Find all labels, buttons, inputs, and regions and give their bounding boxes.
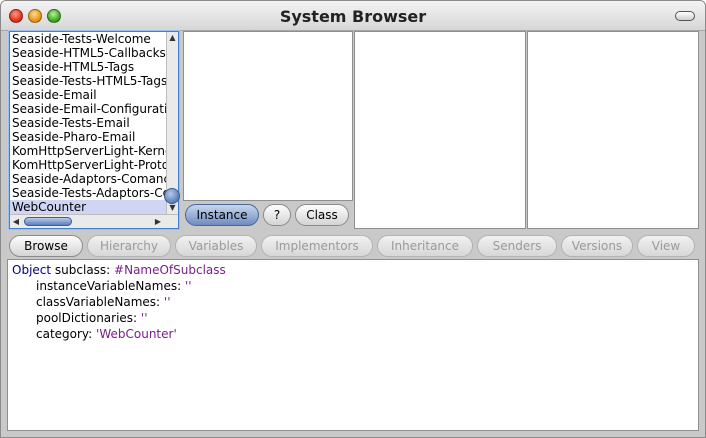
- cvars-value: '': [163, 295, 171, 309]
- subclass-symbol: #NameOfSubclass: [114, 263, 226, 277]
- package-list-item[interactable]: Seaside-HTML5-Tags: [10, 60, 166, 74]
- package-list-item[interactable]: Seaside-Adaptors-Comanche: [10, 172, 166, 186]
- class-instance-switch: Instance ? Class: [183, 201, 353, 229]
- ivars-keyword: instanceVariableNames:: [36, 279, 185, 293]
- toolbar-toggle-button[interactable]: [675, 11, 695, 21]
- package-list-items: Seaside-Tests-Welcome Seaside-HTML5-Callb…: [10, 32, 166, 214]
- protocol-list[interactable]: [354, 31, 526, 229]
- package-list-item[interactable]: Seaside-HTML5-Callbacks: [10, 46, 166, 60]
- scroll-down-arrow-icon[interactable]: ▼: [167, 202, 178, 214]
- package-list-item[interactable]: Seaside-Email: [10, 88, 166, 102]
- package-list-item[interactable]: Seaside-Tests-Email: [10, 116, 166, 130]
- versions-button[interactable]: Versions: [561, 235, 633, 257]
- superclass-name: Object: [12, 263, 52, 277]
- class-list[interactable]: [183, 31, 353, 201]
- code-line-ivars: instanceVariableNames: '': [36, 278, 192, 294]
- category-value: 'WebCounter': [96, 327, 177, 341]
- implementors-button[interactable]: Implementors: [261, 235, 373, 257]
- package-list-item[interactable]: Seaside-Tests-Adaptors-Comanche: [10, 186, 166, 200]
- inheritance-button[interactable]: Inheritance: [377, 235, 473, 257]
- package-list-item[interactable]: KomHttpServerLight-Kernel: [10, 144, 166, 158]
- senders-button[interactable]: Senders: [477, 235, 557, 257]
- package-list[interactable]: Seaside-Tests-Welcome Seaside-HTML5-Callb…: [9, 31, 180, 229]
- view-button[interactable]: View: [637, 235, 695, 257]
- system-browser-window: System Browser Seaside-Tests-Welcome Seas…: [0, 0, 706, 438]
- variables-button[interactable]: Variables: [175, 235, 257, 257]
- help-button[interactable]: ?: [263, 204, 291, 226]
- package-list-item[interactable]: Seaside-Tests-Welcome: [10, 32, 166, 46]
- code-line-cvars: classVariableNames: '': [36, 294, 171, 310]
- package-list-item[interactable]: Seaside-Email-Configuration: [10, 102, 166, 116]
- code-editor[interactable]: Object subclass: #NameOfSubclass instanc…: [7, 259, 699, 431]
- pools-value: '': [140, 311, 148, 325]
- scroll-left-arrow-icon[interactable]: ◀: [10, 215, 22, 228]
- ivars-value: '': [184, 279, 192, 293]
- pools-keyword: poolDictionaries:: [36, 311, 141, 325]
- package-list-item[interactable]: KomHttpServerLight-Protocol: [10, 158, 166, 172]
- package-list-horizontal-scrollbar[interactable]: ◀ ▶: [10, 214, 178, 228]
- category-keyword: category:: [36, 327, 97, 341]
- package-list-vertical-scrollbar[interactable]: ▲ ▼: [164, 32, 180, 214]
- browser-toolbar: Browse Hierarchy Variables Implementors …: [1, 233, 705, 259]
- package-list-item[interactable]: Seaside-Tests-HTML5-Tags: [10, 74, 166, 88]
- class-side-button[interactable]: Class: [295, 204, 349, 226]
- window-title: System Browser: [279, 7, 427, 26]
- code-line-pools: poolDictionaries: '': [36, 310, 148, 326]
- horizontal-scroll-thumb[interactable]: [24, 217, 72, 226]
- scroll-right-arrow-icon[interactable]: ▶: [152, 215, 164, 228]
- package-list-item[interactable]: Seaside-Pharo-Email: [10, 130, 166, 144]
- code-line-category: category: 'WebCounter': [36, 326, 177, 342]
- method-list[interactable]: [527, 31, 699, 229]
- title-bar[interactable]: System Browser: [1, 1, 705, 31]
- hierarchy-button[interactable]: Hierarchy: [87, 235, 171, 257]
- code-line-subclass: Object subclass: #NameOfSubclass: [12, 262, 226, 278]
- subclass-keyword: subclass:: [51, 263, 115, 277]
- cvars-keyword: classVariableNames:: [36, 295, 164, 309]
- package-list-item[interactable]: WebCounter: [10, 200, 166, 214]
- instance-button[interactable]: Instance: [185, 204, 259, 226]
- browse-button[interactable]: Browse: [9, 235, 83, 257]
- scroll-up-arrow-icon[interactable]: ▲: [167, 32, 178, 44]
